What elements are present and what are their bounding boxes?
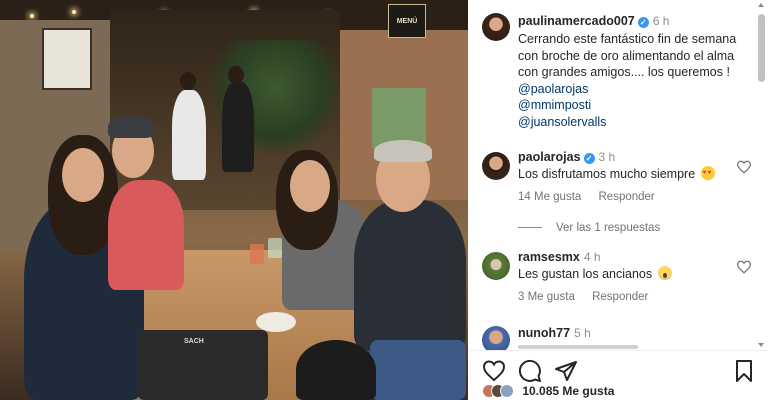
send-icon[interactable] xyxy=(554,359,578,383)
verified-badge-icon: ✓ xyxy=(583,153,595,164)
comment-header: nunoh77 5 h xyxy=(518,326,591,340)
commenter-avatar[interactable] xyxy=(482,252,510,280)
caption-time[interactable]: 6 h xyxy=(653,14,670,28)
replies-divider xyxy=(518,227,542,228)
comment-header: ramsesmx 4 h xyxy=(518,250,601,264)
comment-text-row: Los disfrutamos mucho siempre ♥ ♥ xyxy=(518,166,715,181)
reply-button[interactable]: Responder xyxy=(599,191,655,203)
commenter-avatar[interactable] xyxy=(482,152,510,180)
string-light xyxy=(30,14,34,18)
comment-text: Les gustan los ancianos xyxy=(518,267,653,281)
comment-item: ramsesmx 4 h Les gustan los ancianos 3 Me… xyxy=(480,250,752,306)
plate xyxy=(256,312,296,332)
screaming-face-emoji-icon xyxy=(657,266,672,280)
comment-time[interactable]: 5 h xyxy=(574,326,591,340)
caption-header: paulinamercado007 ✓ 6 h xyxy=(518,14,669,28)
person-man-cap xyxy=(108,180,184,290)
comment-text-cutoff xyxy=(518,345,638,349)
waiter-figure xyxy=(172,90,206,180)
caption-line: con grandes amigos.... los queremos ! xyxy=(518,65,730,79)
commenter-avatar[interactable] xyxy=(482,326,510,350)
comments-panel: paulinamercado007 ✓ 6 h Cerrando este fant… xyxy=(468,0,768,400)
likes-count[interactable]: 10.085 Me gusta xyxy=(522,384,614,398)
comment-meta: 14 Me gusta Responder xyxy=(518,191,669,203)
scroll-up-arrow-icon[interactable] xyxy=(758,3,764,7)
green-wall xyxy=(372,88,426,148)
menu-sign: MENÚ xyxy=(388,4,426,38)
view-replies-label: Ver las 1 respuestas xyxy=(556,222,661,234)
verified-badge-icon: ✓ xyxy=(637,17,649,28)
comment-icon[interactable] xyxy=(518,359,542,383)
caption-line: Cerrando este fantástico fin de semana xyxy=(518,32,737,46)
mention-link[interactable]: @juansolervalls xyxy=(518,114,748,131)
cap xyxy=(108,116,154,138)
heart-eyes-emoji-icon: ♥ ♥ xyxy=(700,166,715,180)
helmet xyxy=(296,340,376,400)
mention-link[interactable]: @mmimposti xyxy=(518,97,748,114)
post-photo[interactable]: MENÚ SACH xyxy=(0,0,468,400)
likes-summary[interactable]: 10.085 Me gusta xyxy=(482,384,614,398)
handbag: SACH xyxy=(138,330,268,400)
waiter-figure xyxy=(222,82,254,172)
menu-sign-text: MENÚ xyxy=(396,18,418,25)
waiter-head xyxy=(180,72,196,90)
caption: Cerrando este fantástico fin de semana c… xyxy=(518,31,748,130)
comment-item: nunoh77 5 h xyxy=(480,326,752,350)
menu-board xyxy=(42,28,92,90)
comments-scroll-area[interactable]: paulinamercado007 ✓ 6 h Cerrando este fant… xyxy=(468,0,756,350)
comment-item: paolarojas ✓ 3 h Los disfrutamos mucho sie… xyxy=(480,150,752,206)
commenter-username[interactable]: ramsesmx xyxy=(518,250,580,264)
commenter-username[interactable]: paolarojas xyxy=(518,150,581,164)
author-username[interactable]: paulinamercado007 xyxy=(518,14,635,28)
comment-time[interactable]: 4 h xyxy=(584,250,601,264)
mention-link[interactable]: @paolarojas xyxy=(518,81,748,98)
drink-glass xyxy=(268,238,282,258)
comment-likes[interactable]: 3 Me gusta xyxy=(518,291,575,303)
view-replies-button[interactable]: Ver las 1 respuestas xyxy=(518,222,660,234)
comment-time[interactable]: 3 h xyxy=(599,150,616,164)
person-face xyxy=(62,148,104,202)
liker-avatar xyxy=(500,384,514,398)
grey-hair xyxy=(374,140,432,162)
string-light xyxy=(72,10,76,14)
commenter-username[interactable]: nunoh77 xyxy=(518,326,570,340)
drink-glass xyxy=(250,244,264,264)
jeans xyxy=(370,340,466,400)
caption-line: con broche de oro alimentando el alma xyxy=(518,48,735,63)
bag-label: SACH xyxy=(184,338,204,345)
comment-meta: 3 Me gusta Responder xyxy=(518,291,662,303)
scrollbar-thumb[interactable] xyxy=(758,14,765,82)
comment-text: Los disfrutamos mucho siempre xyxy=(518,167,696,181)
comment-header: paolarojas ✓ 3 h xyxy=(518,150,615,164)
person-man-right xyxy=(354,200,466,350)
bookmark-icon[interactable] xyxy=(732,359,756,383)
comments-scrollbar[interactable] xyxy=(756,0,766,350)
person-face xyxy=(290,160,330,212)
waiter-head xyxy=(228,66,244,84)
like-comment-heart-icon[interactable] xyxy=(736,260,752,274)
comment-likes[interactable]: 14 Me gusta xyxy=(518,191,581,203)
author-avatar[interactable] xyxy=(482,13,510,41)
reply-button[interactable]: Responder xyxy=(592,291,648,303)
comment-text-row: Les gustan los ancianos xyxy=(518,266,672,281)
heart-icon[interactable] xyxy=(482,359,506,383)
scroll-down-arrow-icon[interactable] xyxy=(758,343,764,347)
like-comment-heart-icon[interactable] xyxy=(736,160,752,174)
